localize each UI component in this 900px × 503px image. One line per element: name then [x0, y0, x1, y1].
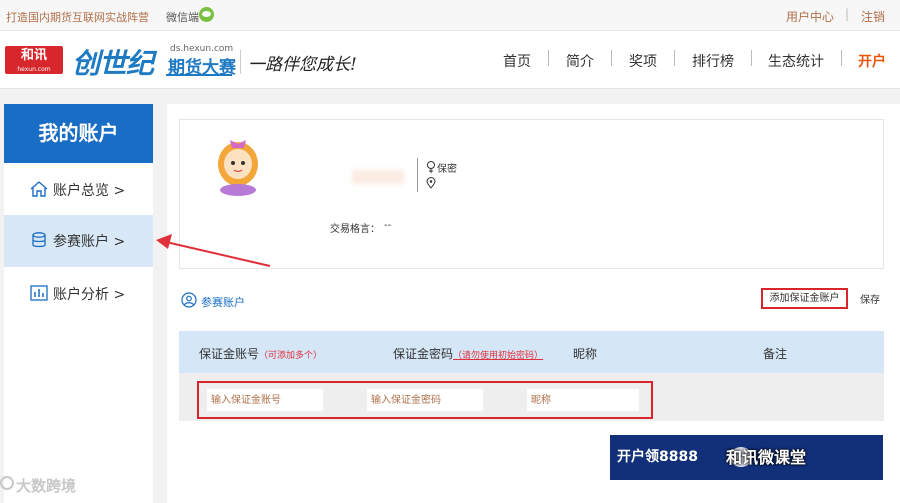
profile-card: 保密 交易格言： -- [179, 119, 884, 269]
sidebar-item-label: 参赛账户 > [53, 234, 126, 250]
database-icon [32, 232, 46, 248]
nav-ranking[interactable]: 排行榜 [692, 51, 734, 71]
user-circle-icon [181, 292, 197, 308]
hexun-logo[interactable]: 和讯 hexun.com [5, 46, 63, 74]
section-title: 参赛账户 [201, 296, 245, 309]
column-note-multiple: （可添加多个） [259, 351, 323, 361]
watermark-icon [0, 476, 14, 490]
user-center-link[interactable]: 用户中心 [786, 8, 834, 25]
sidebar-title: 我的账户 [4, 104, 153, 163]
nav-separator [548, 50, 549, 66]
add-margin-account-button[interactable]: 添加保证金账户 [761, 288, 848, 309]
promo-watermark: 和讯微课堂 [726, 448, 807, 467]
margin-password-input[interactable] [367, 389, 483, 411]
gender-icon [427, 161, 435, 173]
promo-banner[interactable]: 开户领8888 和讯微课堂 [610, 435, 883, 480]
wechat-icon[interactable] [199, 7, 214, 22]
column-header-nickname: 昵称 [573, 347, 598, 361]
profile-divider [417, 158, 418, 192]
logo-divider [240, 50, 241, 74]
column-header-remark: 备注 [763, 347, 788, 361]
column-note-password: （请勿使用初始密码） [453, 351, 544, 361]
hexun-logo-domain: hexun.com [17, 66, 51, 73]
nav-intro[interactable]: 简介 [566, 51, 594, 71]
sidebar-item-competition-account[interactable]: 参赛账户 > [4, 215, 153, 267]
trading-motto-value: -- [384, 220, 392, 231]
table-header: 保证金账号（可添加多个） 保证金密码（请勿使用初始密码） 昵称 备注 [179, 331, 884, 373]
nav-eco-stats[interactable]: 生态统计 [768, 51, 824, 71]
main-panel: 保密 交易格言： -- 参赛账户 添加保证金账户 保存 保证金账号（可添加多个）… [167, 104, 900, 503]
column-header: 保证金账号（可添加多个） [199, 345, 322, 362]
account-sidebar: 我的账户 账户总览 > 参赛账户 > 账户分析 > [4, 104, 153, 503]
input-row-highlight [197, 381, 653, 419]
sidebar-item-overview[interactable]: 账户总览 > [4, 164, 153, 214]
nav-separator [751, 50, 752, 66]
location-icon [426, 177, 436, 189]
column-header-account: 保证金账号 [199, 347, 260, 361]
wechat-link[interactable]: 微信端 [166, 9, 199, 25]
top-bar: 打造国内期货互联网实战阵营 微信端 用户中心 | 注销 [0, 0, 900, 31]
brand-underline [166, 74, 232, 76]
nav-separator [611, 50, 612, 66]
nickname-input[interactable] [527, 389, 639, 411]
nav-home[interactable]: 首页 [503, 51, 531, 71]
column-header: 保证金密码（请勿使用初始密码） [393, 345, 543, 362]
column-header-password: 保证金密码 [393, 347, 454, 361]
brand-motto: 一路伴您成长! [248, 55, 357, 75]
nav-awards[interactable]: 奖项 [629, 51, 657, 71]
nav-open-account[interactable]: 开户 [858, 51, 886, 71]
nav-separator [841, 50, 842, 66]
avatar [218, 140, 258, 196]
promo-text: 开户领8888 [617, 449, 698, 465]
chart-icon [30, 285, 48, 301]
logout-link[interactable]: 注销 [861, 8, 885, 25]
hexun-logo-text: 和讯 [20, 48, 47, 63]
sidebar-item-label: 账户分析 > [53, 287, 126, 303]
home-icon [30, 181, 48, 197]
sidebar-item-label: 账户总览 > [53, 183, 126, 199]
sidebar-item-analysis[interactable]: 账户分析 > [4, 268, 153, 318]
gender-privacy: 保密 [437, 164, 457, 175]
save-button[interactable]: 保存 [860, 291, 880, 306]
brand-logo[interactable]: 创世纪 [72, 42, 154, 82]
margin-account-input[interactable] [207, 389, 323, 411]
nav-separator [674, 50, 675, 66]
topbar-separator: | [845, 7, 850, 21]
username-blurred [352, 170, 404, 184]
image-watermark: 大数跨境 [16, 477, 77, 495]
site-slogan: 打造国内期货互联网实战阵营 [6, 11, 149, 24]
trading-motto-label: 交易格言： [330, 224, 380, 235]
site-header: 和讯 hexun.com 创世纪 ds.hexun.com 期货大赛 一路伴您成… [0, 31, 900, 89]
